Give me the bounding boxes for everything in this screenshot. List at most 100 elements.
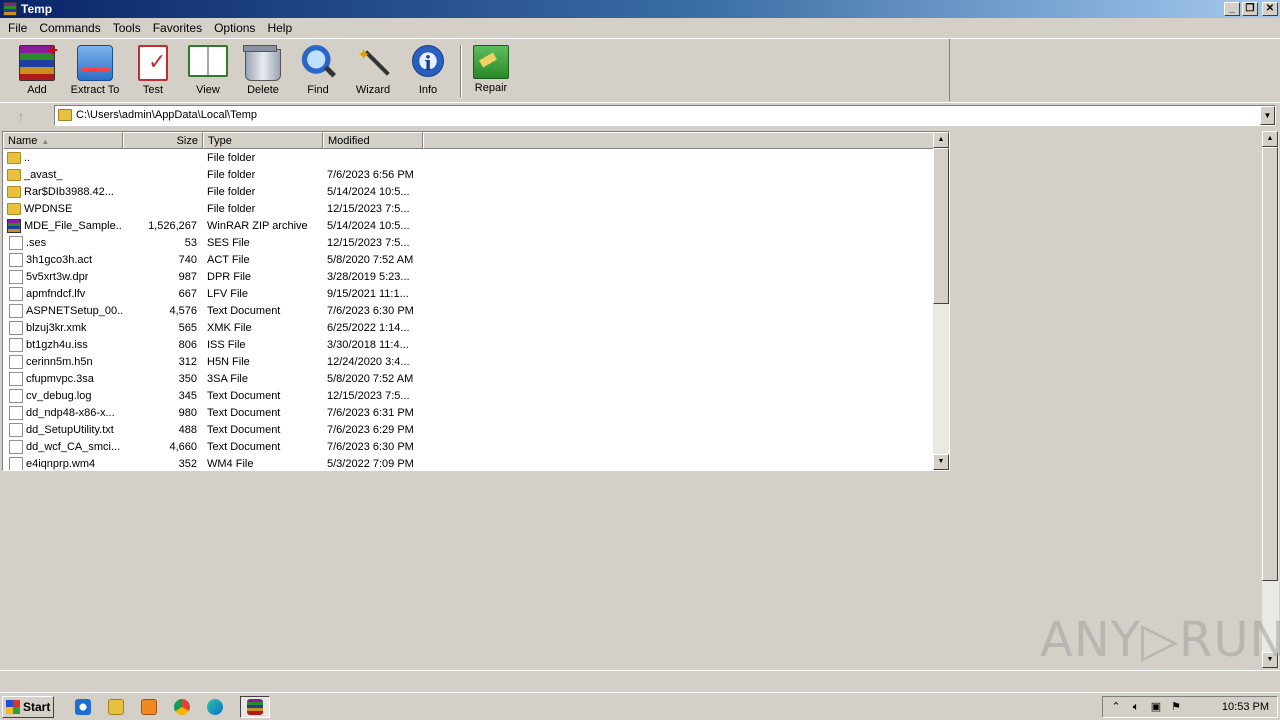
find-button[interactable]: Find: [291, 45, 345, 99]
file-row[interactable]: dd_wcf_CA_smci... 4,660 Text Document 7/6/2…: [3, 438, 935, 455]
rar-archive-icon: [7, 218, 21, 233]
file-name-cell[interactable]: dd_wcf_CA_smci...: [3, 439, 123, 454]
file-name-cell[interactable]: bt1gzh4u.iss: [3, 337, 123, 352]
file-name-cell[interactable]: blzuj3kr.xmk: [3, 320, 123, 335]
menu-file[interactable]: File: [2, 21, 33, 35]
edge-icon[interactable]: [204, 696, 226, 718]
file-icon: [9, 286, 23, 301]
file-row[interactable]: blzuj3kr.xmk 565 XMK File 6/25/2022 1:14...: [3, 319, 935, 336]
scroll-thumb[interactable]: [933, 148, 949, 304]
action-center-flag-icon[interactable]: ⚑: [1169, 700, 1183, 714]
title-bar[interactable]: Temp _ ❐ ✕: [0, 0, 1280, 18]
winrar-icon[interactable]: [3, 2, 17, 16]
column-name-label: Name: [8, 135, 38, 147]
info-button[interactable]: Info: [401, 45, 455, 99]
toolbar: Add Extract To Test View Delete Find Wiz…: [0, 38, 1280, 101]
file-row[interactable]: dd_ndp48-x86-x... 980 Text Document 7/6/202…: [3, 404, 935, 421]
network-icon[interactable]: ▣: [1149, 700, 1163, 714]
repair-button[interactable]: Repair: [464, 45, 518, 99]
file-name-cell[interactable]: cv_debug.log: [3, 388, 123, 403]
add-button[interactable]: Add: [10, 40, 64, 99]
file-row[interactable]: ASPNETSetup_00... 4,576 Text Document 7/6/2…: [3, 302, 935, 319]
file-row[interactable]: cfupmvpc.3sa 350 3SA File 5/8/2020 7:52 AM: [3, 370, 935, 387]
scroll-down-button[interactable]: ▼: [933, 454, 949, 470]
file-modified: 12/15/2023 7:5...: [327, 202, 410, 215]
file-icon: [9, 235, 23, 250]
file-row[interactable]: cv_debug.log 345 Text Document 12/15/2023 7…: [3, 387, 935, 404]
tray-expand-icon[interactable]: ⌃: [1109, 700, 1123, 714]
file-name-cell[interactable]: cerinn5m.h5n: [3, 354, 123, 369]
menu-tools[interactable]: Tools: [107, 21, 147, 35]
view-button[interactable]: View: [181, 45, 235, 99]
file-name-cell[interactable]: WPDNSE: [3, 202, 123, 215]
file-name-cell[interactable]: cfupmvpc.3sa: [3, 371, 123, 386]
file-row[interactable]: 5v5xrt3w.dpr 987 DPR File 3/28/2019 5:23...: [3, 268, 935, 285]
start-button[interactable]: Start: [2, 695, 54, 718]
file-name-cell[interactable]: Rar$DIb3988.42...: [3, 185, 123, 198]
file-name: dd_wcf_CA_smci...: [26, 440, 121, 453]
file-name-cell[interactable]: .ses: [3, 235, 123, 250]
menu-commands[interactable]: Commands: [33, 21, 106, 35]
file-modified: 12/15/2023 7:5...: [327, 389, 410, 402]
minimize-button[interactable]: _: [1224, 2, 1240, 16]
delete-button[interactable]: Delete: [236, 45, 290, 99]
clock[interactable]: 10:53 PM: [1222, 701, 1269, 713]
winrar-icon[interactable]: [240, 695, 270, 718]
column-modified[interactable]: Modified: [323, 132, 423, 149]
file-row[interactable]: apmfndcf.lfv 667 LFV File 9/15/2021 11:1...: [3, 285, 935, 302]
path-dropdown-button[interactable]: ▼: [1260, 106, 1275, 125]
file-row[interactable]: _avast_ File folder 7/6/2023 6:56 PM: [3, 166, 935, 183]
file-row[interactable]: dd_SetupUtility.txt 488 Text Document 7/6/2…: [3, 421, 935, 438]
file-row[interactable]: 3h1gco3h.act 740 ACT File 5/8/2020 7:52 AM: [3, 251, 935, 268]
file-name-cell[interactable]: _avast_: [3, 168, 123, 181]
file-row[interactable]: e4iqnprp.wm4 352 WM4 File 5/3/2022 7:09 PM: [3, 455, 935, 470]
file-row[interactable]: .ses 53 SES File 12/15/2023 7:5...: [3, 234, 935, 251]
toolbar-separator: [460, 45, 462, 97]
file-row[interactable]: cerinn5m.h5n 312 H5N File 12/24/2020 3:4...: [3, 353, 935, 370]
test-checklist-icon: [138, 45, 168, 81]
explorer-folder-icon[interactable]: [105, 696, 127, 718]
ie-icon[interactable]: [72, 696, 94, 718]
column-size[interactable]: Size: [123, 132, 203, 149]
file-row[interactable]: .. File folder: [3, 149, 935, 166]
file-row[interactable]: Rar$DIb3988.42... File folder 5/14/2024 10…: [3, 183, 935, 200]
close-button[interactable]: ✕: [1262, 2, 1278, 16]
window-scrollbar[interactable]: ▲ ▼: [1262, 131, 1279, 668]
scroll-up-button[interactable]: ▲: [933, 132, 949, 148]
file-name-cell[interactable]: 3h1gco3h.act: [3, 252, 123, 267]
file-modified: 5/14/2024 10:5...: [327, 185, 410, 198]
list-scrollbar[interactable]: ▲ ▼: [933, 132, 949, 470]
path-field[interactable]: C:\Users\admin\AppData\Local\Temp ▼: [54, 105, 1276, 126]
menu-help[interactable]: Help: [261, 21, 298, 35]
menu-favorites[interactable]: Favorites: [147, 21, 208, 35]
menu-options[interactable]: Options: [208, 21, 261, 35]
file-name-cell[interactable]: ..: [3, 151, 123, 164]
file-name-cell[interactable]: MDE_File_Sample...: [3, 218, 123, 233]
column-name[interactable]: Name ▲: [3, 132, 123, 149]
extract-to-button[interactable]: Extract To: [68, 45, 122, 99]
folder-icon: [58, 109, 72, 121]
chrome-icon[interactable]: [171, 696, 193, 718]
window-scroll-thumb[interactable]: [1262, 147, 1278, 581]
media-player-icon[interactable]: [138, 696, 160, 718]
test-button[interactable]: Test: [126, 45, 180, 99]
file-name-cell[interactable]: dd_ndp48-x86-x...: [3, 405, 123, 420]
wizard-button[interactable]: Wizard: [346, 45, 400, 99]
file-name-cell[interactable]: dd_SetupUtility.txt: [3, 422, 123, 437]
column-type[interactable]: Type: [203, 132, 323, 149]
file-row[interactable]: bt1gzh4u.iss 806 ISS File 3/30/2018 11:4...: [3, 336, 935, 353]
file-name-cell[interactable]: ASPNETSetup_00...: [3, 303, 123, 318]
file-name: cerinn5m.h5n: [26, 355, 93, 368]
add-archive-icon: [19, 40, 58, 81]
window-scroll-up-button[interactable]: ▲: [1262, 131, 1278, 147]
file-icon: [9, 422, 23, 437]
file-name-cell[interactable]: e4iqnprp.wm4: [3, 456, 123, 470]
restore-button[interactable]: ❐: [1242, 2, 1258, 16]
up-arrow-icon[interactable]: ↑: [8, 106, 34, 126]
file-name-cell[interactable]: 5v5xrt3w.dpr: [3, 269, 123, 284]
file-name-cell[interactable]: apmfndcf.lfv: [3, 286, 123, 301]
file-row[interactable]: WPDNSE File folder 12/15/2023 7:5...: [3, 200, 935, 217]
file-icon: [9, 252, 23, 267]
file-row[interactable]: MDE_File_Sample... 1,526,267 WinRAR ZIP ar…: [3, 217, 935, 234]
volume-icon[interactable]: 🔈︎: [1129, 700, 1143, 714]
